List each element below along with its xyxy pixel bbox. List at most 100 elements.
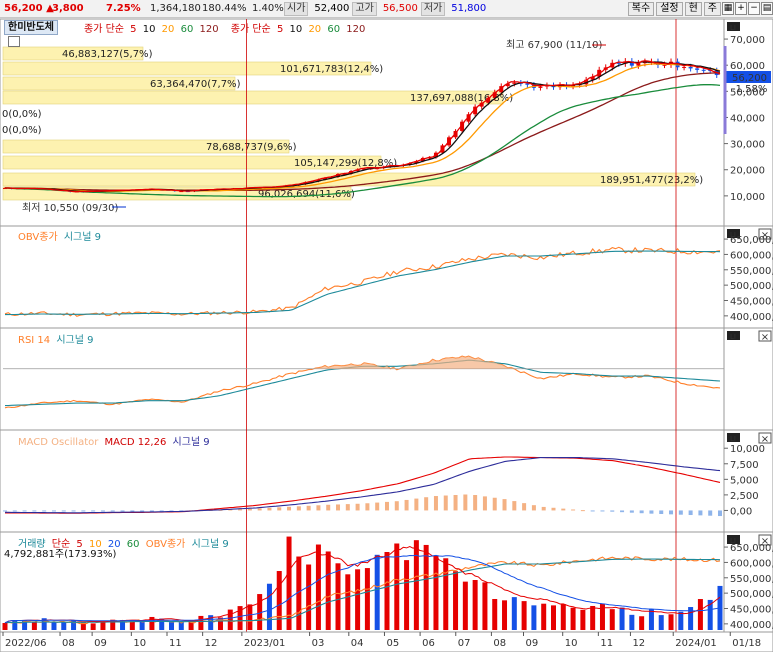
obv-signal-label: 시그널 9 xyxy=(63,232,102,243)
obv-legend: OBV종가 시그널 9 xyxy=(18,228,104,243)
panel-rsi-frame xyxy=(0,327,725,431)
macd-bar xyxy=(51,510,56,512)
low-annotation: 최저 10,550 (09/30) xyxy=(22,202,118,214)
macd-bar xyxy=(336,504,341,511)
macd-ytick-4: 0,00 xyxy=(730,506,752,517)
vol-ytick-4: 450,000, xyxy=(730,605,773,616)
rsi-legend: RSI 14 시그널 9 xyxy=(18,331,97,346)
macd-bar xyxy=(561,508,566,511)
price-legend: 종가 단순 5 10 20 60 120 종가 단순 5 10 20 60 12… xyxy=(84,20,368,35)
volume-bar xyxy=(129,621,135,630)
volume-bar xyxy=(639,616,645,630)
volume-bar xyxy=(629,614,635,630)
macd-bar xyxy=(590,510,595,512)
rsi-signal-label: 시그널 9 xyxy=(56,335,94,346)
volume-bar xyxy=(413,540,419,630)
vol-ytick-0: 650,000, xyxy=(730,543,773,554)
panel-macd-badge-label: LI xyxy=(730,435,736,443)
macd-bar xyxy=(71,510,76,512)
macd-bar xyxy=(718,510,722,517)
volume-bar xyxy=(492,598,498,630)
volume-bar xyxy=(169,622,175,630)
obv-ytick-3: 500,000, xyxy=(730,281,773,292)
candle-body xyxy=(695,68,700,70)
macd-bar xyxy=(100,510,105,512)
volume-profile-label-5: 0(0,0%) xyxy=(2,125,42,136)
x-tick-10: 06 xyxy=(422,638,435,649)
volume-bar xyxy=(227,609,233,630)
macd-bar xyxy=(42,510,47,512)
volume-bar xyxy=(198,615,204,630)
macd-bar xyxy=(453,495,458,511)
volume-bar xyxy=(345,574,351,630)
macd-bar xyxy=(502,499,507,511)
macd-bar xyxy=(130,510,135,512)
price-ytick-6: 10,000 xyxy=(730,192,765,203)
volume-bar xyxy=(31,621,37,630)
macd-bar xyxy=(355,503,360,511)
macd-bar xyxy=(629,510,634,513)
panel-rsi-axis-area xyxy=(723,327,773,431)
rsi-legend-label: RSI 14 xyxy=(18,335,51,346)
volume-bar xyxy=(374,554,380,630)
volume-profile-label-8: 189,951,477(23,2%) xyxy=(600,175,703,186)
macd-bar xyxy=(708,510,713,516)
last-price-label: 56,200 xyxy=(732,73,767,84)
volume-bar xyxy=(335,563,341,630)
macd-bar xyxy=(3,510,7,512)
legend-ma-a: 종가 단순 xyxy=(84,24,124,35)
stock-name[interactable]: 한미반도체 xyxy=(4,20,58,35)
macd-bar xyxy=(384,501,389,511)
vol-signal-label: 시그널 9 xyxy=(191,539,229,550)
x-tick-0: 2022/06 xyxy=(5,638,47,649)
obv-ytick-0: 650,000, xyxy=(730,235,773,246)
price-ytick-1: 60,000 xyxy=(730,61,765,72)
macd-bar xyxy=(610,510,615,512)
panel-price-badge-label: LI xyxy=(730,24,736,32)
volume-bar xyxy=(453,571,459,630)
price-ytick-5: 20,000 xyxy=(730,166,765,177)
volume-last-value: 4,792,881주(173.93%) xyxy=(4,549,117,560)
volume-bar xyxy=(2,622,8,630)
vol-ytick-5: 400,000, xyxy=(730,620,773,631)
vol-legend-ma60: 60 xyxy=(126,539,140,550)
macd-ytick-2: 5,000 xyxy=(730,475,759,486)
price-ytick-3: 40,000 xyxy=(730,113,765,124)
macd-bar xyxy=(600,510,605,512)
obv-legend-label: OBV종가 xyxy=(18,232,58,243)
vol-ytick-2: 550,000, xyxy=(730,574,773,585)
macd-bar xyxy=(512,501,517,511)
panel-obv-frame xyxy=(0,225,725,329)
volume-bar xyxy=(276,571,282,630)
x-tick-17: 2024/01 xyxy=(675,638,717,649)
volume-profile-label-4: 0(0,0%) xyxy=(2,109,42,120)
legend-ma10: 10 xyxy=(142,24,156,35)
macd-bar xyxy=(571,509,576,511)
volume-profile-label-3: 137,697,088(16,8%) xyxy=(410,93,513,104)
volume-bar xyxy=(404,560,410,630)
volume-bar xyxy=(609,609,615,630)
x-tick-13: 09 xyxy=(525,638,538,649)
macd-bar xyxy=(620,510,625,513)
x-tick-1: 08 xyxy=(62,638,75,649)
volume-bar xyxy=(531,605,537,630)
volume-profile-label-0: 46,883,127(5,7%) xyxy=(62,49,153,60)
high-annotation: 최고 67,900 (11/10) xyxy=(506,39,602,51)
macd-bar xyxy=(316,505,321,511)
volume-profile-label-1: 101,671,783(12,4%) xyxy=(280,64,383,75)
legend-ma10-b: 10 xyxy=(289,24,303,35)
volume-bar xyxy=(315,544,321,630)
x-tick-12: 08 xyxy=(493,638,506,649)
volume-bar xyxy=(100,621,106,630)
candle-body xyxy=(701,69,706,71)
volume-bar xyxy=(521,601,527,630)
x-tick-2: 09 xyxy=(94,638,107,649)
legend-ma60: 60 xyxy=(180,24,194,35)
x-tick-14: 10 xyxy=(565,638,578,649)
macd-bar xyxy=(32,510,37,512)
macd-bar xyxy=(649,510,654,514)
volume-profile-label-9: 96,026,694(11,6%) xyxy=(258,189,355,200)
checkbox-icon[interactable] xyxy=(8,36,20,47)
macd-bar xyxy=(257,508,262,511)
x-tick-8: 04 xyxy=(351,638,364,649)
